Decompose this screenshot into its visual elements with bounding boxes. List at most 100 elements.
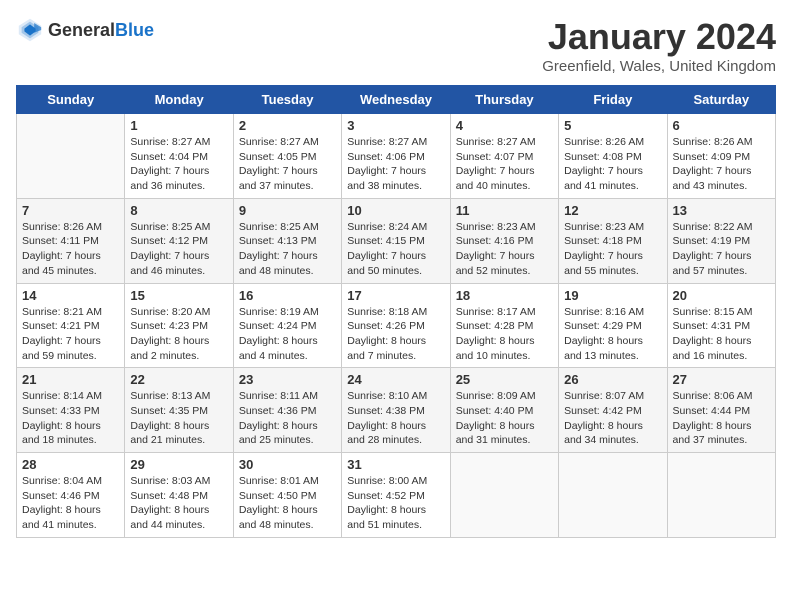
day-number: 4 [456,118,553,133]
calendar-subtitle: Greenfield, Wales, United Kingdom [542,58,776,75]
day-number: 13 [673,203,770,218]
calendar-day-cell: 12Sunrise: 8:23 AMSunset: 4:18 PMDayligh… [559,198,667,283]
day-number: 21 [22,372,119,387]
day-number: 18 [456,288,553,303]
day-info: Sunrise: 8:21 AMSunset: 4:21 PMDaylight:… [22,305,119,364]
day-info: Sunrise: 8:22 AMSunset: 4:19 PMDaylight:… [673,220,770,279]
calendar-day-cell: 27 Sunrise: 8:06 AMSunset: 4:44 PMDayligh… [667,368,775,453]
column-header-sunday: Sunday [17,86,125,114]
calendar-day-cell: 8 Sunrise: 8:25 AMSunset: 4:12 PMDaylight… [125,198,233,283]
calendar-day-cell: 29 Sunrise: 8:03 AMSunset: 4:48 PMDayligh… [125,453,233,538]
day-number: 25 [456,372,553,387]
calendar-day-cell: 3 Sunrise: 8:27 AMSunset: 4:06 PMDaylight… [342,114,450,199]
day-info: Sunrise: 8:13 AMSunset: 4:35 PMDaylight:… [130,389,227,448]
calendar-day-cell: 24 Sunrise: 8:10 AMSunset: 4:38 PMDayligh… [342,368,450,453]
day-info: Sunrise: 8:24 AMSunset: 4:15 PMDaylight:… [347,220,444,279]
calendar-week-row: 28 Sunrise: 8:04 AMSunset: 4:46 PMDayligh… [17,453,776,538]
calendar-day-cell: 19 Sunrise: 8:16 AMSunset: 4:29 PMDayligh… [559,283,667,368]
day-number: 30 [239,457,336,472]
calendar-day-cell: 18 Sunrise: 8:17 AMSunset: 4:28 PMDayligh… [450,283,558,368]
day-info: Sunrise: 8:25 AMSunset: 4:12 PMDaylight:… [130,220,227,279]
day-info: Sunrise: 8:11 AMSunset: 4:36 PMDaylight:… [239,389,336,448]
calendar-day-cell: 14 Sunrise: 8:21 AMSunset: 4:21 PMDayligh… [17,283,125,368]
calendar-week-row: 14 Sunrise: 8:21 AMSunset: 4:21 PMDayligh… [17,283,776,368]
calendar-day-cell: 15Sunrise: 8:20 AMSunset: 4:23 PMDayligh… [125,283,233,368]
calendar-day-cell: 31 Sunrise: 8:00 AMSunset: 4:52 PMDayligh… [342,453,450,538]
calendar-day-cell: 2 Sunrise: 8:27 AMSunset: 4:05 PMDaylight… [233,114,341,199]
day-info: Sunrise: 8:09 AMSunset: 4:40 PMDaylight:… [456,389,553,448]
day-info: Sunrise: 8:00 AMSunset: 4:52 PMDaylight:… [347,474,444,533]
logo-blue-text: Blue [115,20,154,40]
day-number: 14 [22,288,119,303]
day-number: 19 [564,288,661,303]
column-header-wednesday: Wednesday [342,86,450,114]
day-info: Sunrise: 8:04 AMSunset: 4:46 PMDaylight:… [22,474,119,533]
calendar-day-cell: 17 Sunrise: 8:18 AMSunset: 4:26 PMDayligh… [342,283,450,368]
calendar-day-cell: 28 Sunrise: 8:04 AMSunset: 4:46 PMDayligh… [17,453,125,538]
day-info: Sunrise: 8:15 AMSunset: 4:31 PMDaylight:… [673,305,770,364]
day-info: Sunrise: 8:14 AMSunset: 4:33 PMDaylight:… [22,389,119,448]
column-header-monday: Monday [125,86,233,114]
logo-icon [16,16,44,44]
calendar-day-cell: 4 Sunrise: 8:27 AMSunset: 4:07 PMDaylight… [450,114,558,199]
calendar-day-cell: 1 Sunrise: 8:27 AMSunset: 4:04 PMDaylight… [125,114,233,199]
calendar-header-row: SundayMondayTuesdayWednesdayThursdayFrid… [17,86,776,114]
day-number: 2 [239,118,336,133]
empty-cell [17,114,125,199]
calendar-day-cell: 16Sunrise: 8:19 AMSunset: 4:24 PMDayligh… [233,283,341,368]
day-number: 27 [673,372,770,387]
calendar-title: January 2024 [542,16,776,58]
day-number: 23 [239,372,336,387]
calendar-day-cell: 11 Sunrise: 8:23 AMSunset: 4:16 PMDayligh… [450,198,558,283]
column-header-tuesday: Tuesday [233,86,341,114]
day-info: Sunrise: 8:25 AMSunset: 4:13 PMDaylight:… [239,220,336,279]
calendar-day-cell: 13 Sunrise: 8:22 AMSunset: 4:19 PMDayligh… [667,198,775,283]
empty-cell [667,453,775,538]
calendar-week-row: 1 Sunrise: 8:27 AMSunset: 4:04 PMDaylight… [17,114,776,199]
calendar-day-cell: 23 Sunrise: 8:11 AMSunset: 4:36 PMDayligh… [233,368,341,453]
calendar-week-row: 7Sunrise: 8:26 AMSunset: 4:11 PMDaylight… [17,198,776,283]
logo-general-text: General [48,20,115,40]
day-number: 29 [130,457,227,472]
day-info: Sunrise: 8:23 AMSunset: 4:16 PMDaylight:… [456,220,553,279]
day-info: Sunrise: 8:01 AMSunset: 4:50 PMDaylight:… [239,474,336,533]
day-info: Sunrise: 8:20 AMSunset: 4:23 PMDaylight:… [130,305,227,364]
calendar-day-cell: 21 Sunrise: 8:14 AMSunset: 4:33 PMDayligh… [17,368,125,453]
day-info: Sunrise: 8:27 AMSunset: 4:04 PMDaylight:… [130,135,227,194]
day-info: Sunrise: 8:16 AMSunset: 4:29 PMDaylight:… [564,305,661,364]
day-number: 22 [130,372,227,387]
day-info: Sunrise: 8:26 AMSunset: 4:09 PMDaylight:… [673,135,770,194]
day-number: 16 [239,288,336,303]
day-info: Sunrise: 8:07 AMSunset: 4:42 PMDaylight:… [564,389,661,448]
day-info: Sunrise: 8:17 AMSunset: 4:28 PMDaylight:… [456,305,553,364]
day-number: 6 [673,118,770,133]
day-info: Sunrise: 8:18 AMSunset: 4:26 PMDaylight:… [347,305,444,364]
day-info: Sunrise: 8:27 AMSunset: 4:05 PMDaylight:… [239,135,336,194]
day-number: 31 [347,457,444,472]
calendar-day-cell: 10Sunrise: 8:24 AMSunset: 4:15 PMDayligh… [342,198,450,283]
day-info: Sunrise: 8:27 AMSunset: 4:07 PMDaylight:… [456,135,553,194]
page-header: GeneralBlue January 2024 Greenfield, Wal… [16,16,776,75]
calendar-day-cell: 7Sunrise: 8:26 AMSunset: 4:11 PMDaylight… [17,198,125,283]
day-number: 11 [456,203,553,218]
calendar-week-row: 21 Sunrise: 8:14 AMSunset: 4:33 PMDayligh… [17,368,776,453]
day-number: 12 [564,203,661,218]
day-number: 26 [564,372,661,387]
calendar-day-cell: 6 Sunrise: 8:26 AMSunset: 4:09 PMDaylight… [667,114,775,199]
day-number: 3 [347,118,444,133]
calendar-day-cell: 30 Sunrise: 8:01 AMSunset: 4:50 PMDayligh… [233,453,341,538]
day-info: Sunrise: 8:27 AMSunset: 4:06 PMDaylight:… [347,135,444,194]
day-number: 17 [347,288,444,303]
column-header-saturday: Saturday [667,86,775,114]
day-info: Sunrise: 8:03 AMSunset: 4:48 PMDaylight:… [130,474,227,533]
day-number: 28 [22,457,119,472]
day-number: 24 [347,372,444,387]
day-number: 8 [130,203,227,218]
day-number: 9 [239,203,336,218]
calendar-table: SundayMondayTuesdayWednesdayThursdayFrid… [16,85,776,538]
day-info: Sunrise: 8:06 AMSunset: 4:44 PMDaylight:… [673,389,770,448]
day-info: Sunrise: 8:10 AMSunset: 4:38 PMDaylight:… [347,389,444,448]
day-number: 1 [130,118,227,133]
empty-cell [450,453,558,538]
title-area: January 2024 Greenfield, Wales, United K… [542,16,776,75]
